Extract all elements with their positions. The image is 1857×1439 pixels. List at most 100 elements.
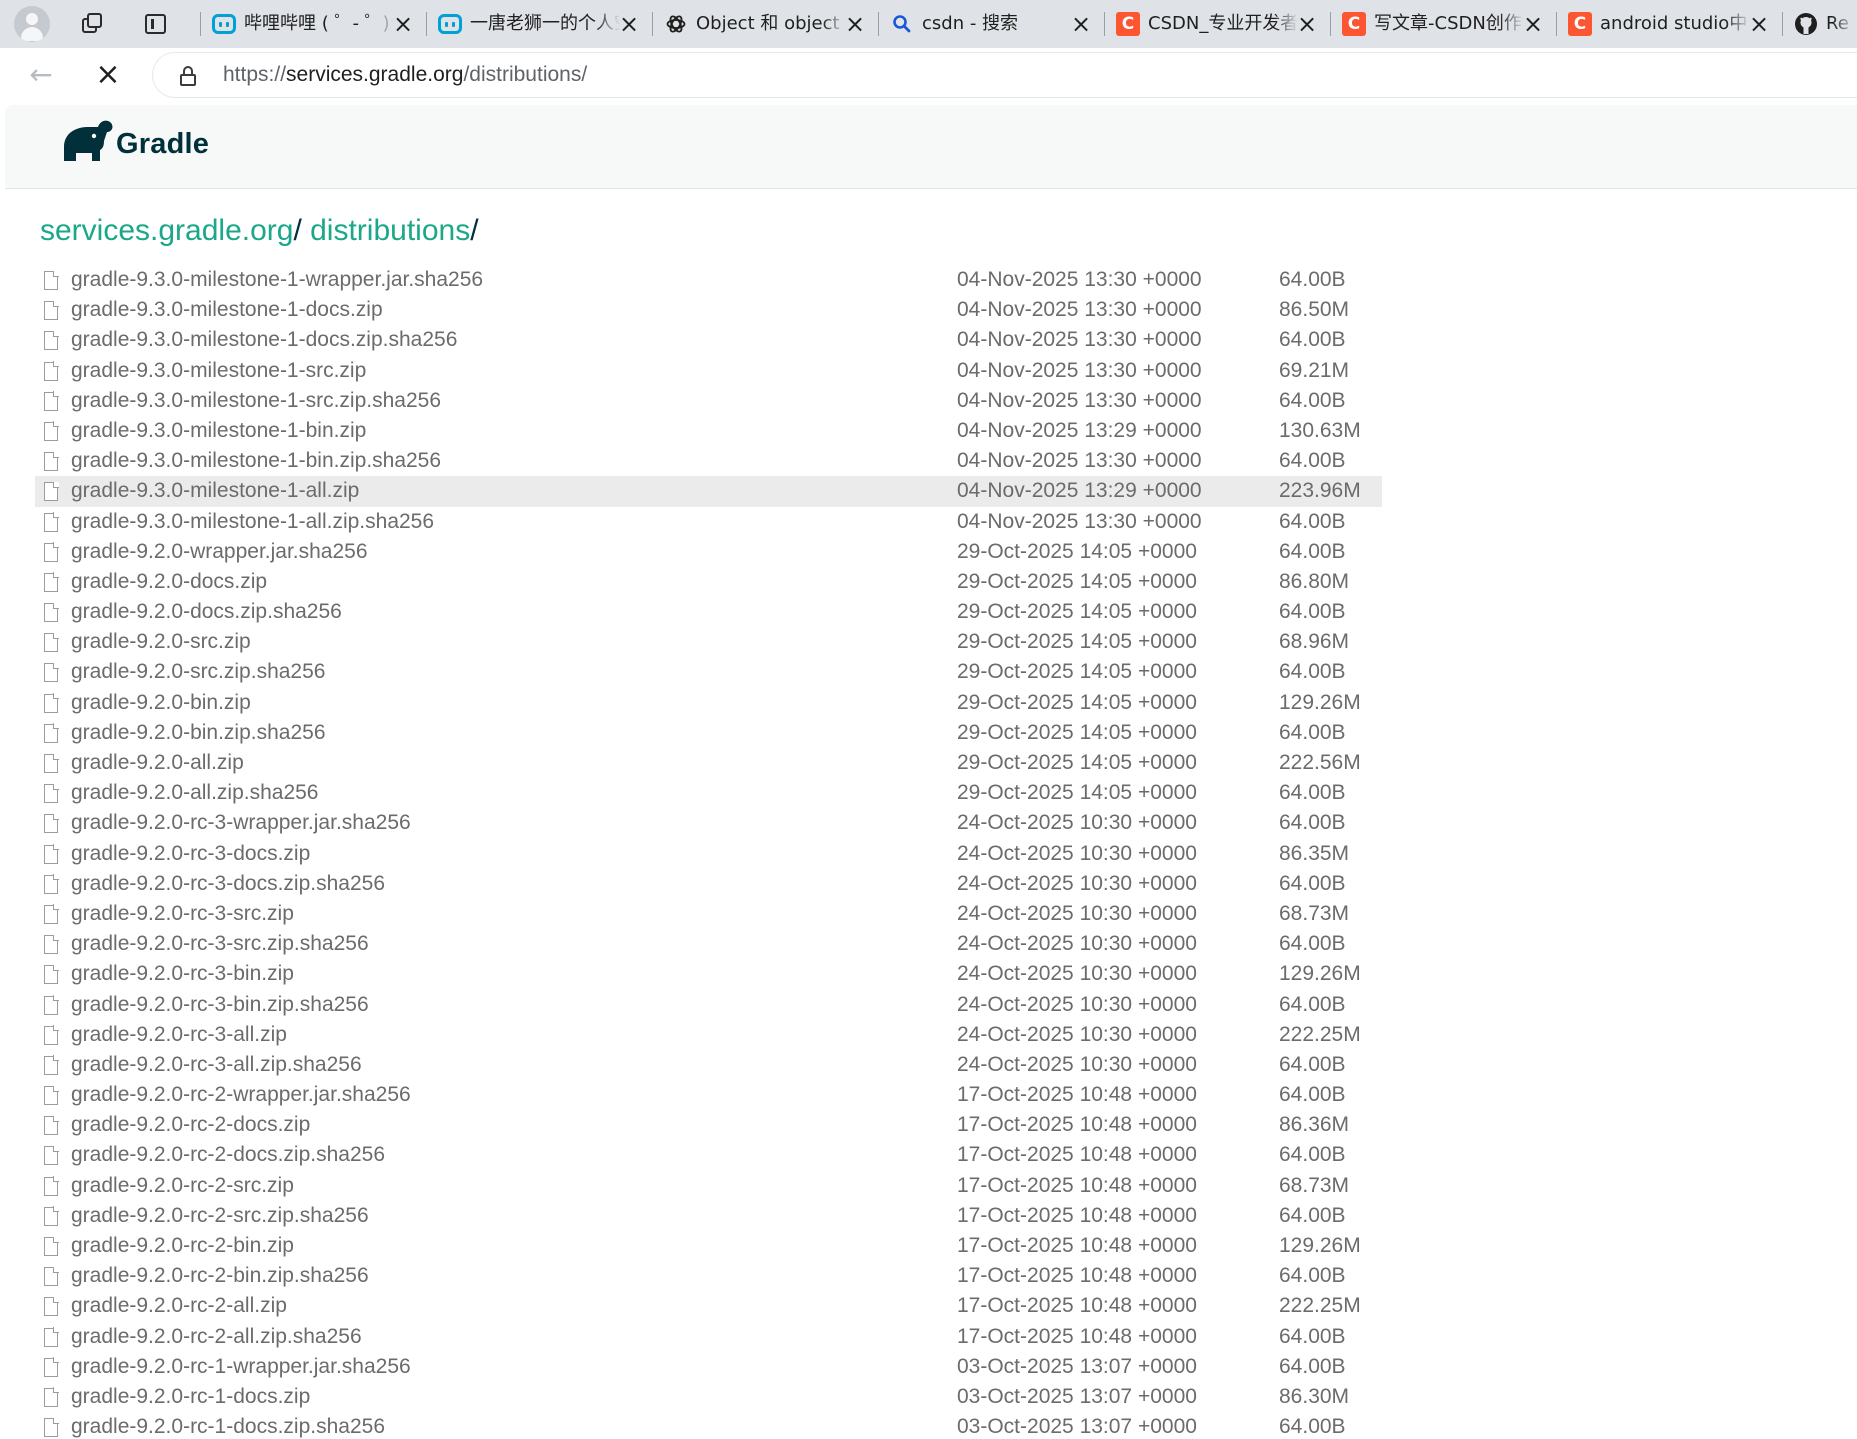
tab-bing-search[interactable]: csdn - 搜索 × [878, 0, 1104, 48]
file-name-link[interactable]: gradle-9.2.0-bin.zip [71, 688, 251, 718]
file-name-link[interactable]: gradle-9.3.0-milestone-1-all.zip.sha256 [71, 507, 434, 537]
file-row[interactable]: gradle-9.2.0-rc-3-wrapper.jar.sha256 24-O… [35, 808, 1382, 838]
breadcrumb-distributions-link[interactable]: distributions [310, 214, 470, 247]
file-row[interactable]: gradle-9.2.0-rc-3-all.zip 24-Oct-2025 10:… [35, 1020, 1382, 1050]
file-row[interactable]: gradle-9.2.0-all.zip.sha256 29-Oct-2025 1… [35, 778, 1382, 808]
file-name-link[interactable]: gradle-9.2.0-rc-3-wrapper.jar.sha256 [71, 808, 411, 838]
file-row[interactable]: gradle-9.3.0-milestone-1-bin.zip 04-Nov-2… [35, 416, 1382, 446]
file-row[interactable]: gradle-9.2.0-rc-1-wrapper.jar.sha256 03-O… [35, 1352, 1382, 1382]
file-row[interactable]: gradle-9.3.0-milestone-1-src.zip 04-Nov-2… [35, 356, 1382, 386]
tab-chatgpt[interactable]: Object 和 object × [652, 0, 878, 48]
file-row[interactable]: gradle-9.3.0-milestone-1-bin.zip.sha256 0… [35, 446, 1382, 476]
file-row[interactable]: gradle-9.2.0-rc-3-src.zip 24-Oct-2025 10:… [35, 899, 1382, 929]
file-name-link[interactable]: gradle-9.3.0-milestone-1-wrapper.jar.sha… [71, 265, 483, 295]
tab-csdn-write[interactable]: C 写文章-CSDN创作中心 × [1330, 0, 1556, 48]
tab-bilibili-space[interactable]: 一唐老狮一的个人空间 × [426, 0, 652, 48]
file-name-link[interactable]: gradle-9.3.0-milestone-1-all.zip [71, 476, 359, 506]
tab-csdn-android-studio[interactable]: C android studio中 × [1556, 0, 1782, 48]
file-row[interactable]: gradle-9.2.0-rc-1-docs.zip.sha256 03-Oct-… [35, 1412, 1382, 1439]
file-row[interactable]: gradle-9.2.0-rc-2-all.zip.sha256 17-Oct-2… [35, 1322, 1382, 1352]
file-row[interactable]: gradle-9.2.0-wrapper.jar.sha256 29-Oct-20… [35, 537, 1382, 567]
gradle-logo-text[interactable]: Gradle [116, 128, 209, 161]
file-row[interactable]: gradle-9.2.0-rc-3-all.zip.sha256 24-Oct-2… [35, 1050, 1382, 1080]
file-name-link[interactable]: gradle-9.2.0-src.zip [71, 627, 251, 657]
file-name-link[interactable]: gradle-9.3.0-milestone-1-docs.zip [71, 295, 383, 325]
file-row[interactable]: gradle-9.2.0-docs.zip 29-Oct-2025 14:05 +… [35, 567, 1382, 597]
file-row[interactable]: gradle-9.2.0-bin.zip.sha256 29-Oct-2025 1… [35, 718, 1382, 748]
file-row[interactable]: gradle-9.2.0-all.zip 29-Oct-2025 14:05 +0… [35, 748, 1382, 778]
file-row[interactable]: gradle-9.2.0-docs.zip.sha256 29-Oct-2025 … [35, 597, 1382, 627]
tab-bilibili-home[interactable]: 哔哩哔哩 ( ゜- ゜)つロ × [200, 0, 426, 48]
file-name-link[interactable]: gradle-9.2.0-rc-2-bin.zip.sha256 [71, 1261, 369, 1291]
file-row[interactable]: gradle-9.2.0-rc-2-docs.zip.sha256 17-Oct-… [35, 1140, 1382, 1170]
file-name-link[interactable]: gradle-9.2.0-rc-1-docs.zip.sha256 [71, 1412, 385, 1439]
file-row[interactable]: gradle-9.2.0-rc-2-wrapper.jar.sha256 17-O… [35, 1080, 1382, 1110]
url-text[interactable]: https://services.gradle.org/distribution… [223, 62, 587, 88]
file-name-link[interactable]: gradle-9.2.0-rc-2-all.zip.sha256 [71, 1322, 362, 1352]
file-name-link[interactable]: gradle-9.3.0-milestone-1-src.zip.sha256 [71, 386, 441, 416]
breadcrumb-host-link[interactable]: services.gradle.org [40, 214, 293, 247]
file-row[interactable]: gradle-9.3.0-milestone-1-docs.zip 04-Nov-… [35, 295, 1382, 325]
file-row[interactable]: gradle-9.2.0-rc-2-bin.zip.sha256 17-Oct-2… [35, 1261, 1382, 1291]
file-name-link[interactable]: gradle-9.2.0-rc-3-docs.zip.sha256 [71, 869, 385, 899]
file-row[interactable]: gradle-9.2.0-rc-1-docs.zip 03-Oct-2025 13… [35, 1382, 1382, 1412]
file-row[interactable]: gradle-9.3.0-milestone-1-src.zip.sha256 0… [35, 386, 1382, 416]
file-name-link[interactable]: gradle-9.2.0-rc-3-docs.zip [71, 839, 310, 869]
file-row[interactable]: gradle-9.2.0-rc-2-docs.zip 17-Oct-2025 10… [35, 1110, 1382, 1140]
file-row[interactable]: gradle-9.3.0-milestone-1-all.zip 04-Nov-2… [35, 476, 1382, 507]
workspaces-icon[interactable] [78, 9, 108, 39]
file-row[interactable]: gradle-9.2.0-rc-3-bin.zip.sha256 24-Oct-2… [35, 990, 1382, 1020]
file-row[interactable]: gradle-9.2.0-rc-2-all.zip 17-Oct-2025 10:… [35, 1291, 1382, 1321]
file-name-link[interactable]: gradle-9.2.0-rc-3-bin.zip [71, 959, 294, 989]
file-name-link[interactable]: gradle-9.2.0-bin.zip.sha256 [71, 718, 326, 748]
file-name-link[interactable]: gradle-9.3.0-milestone-1-docs.zip.sha256 [71, 325, 457, 355]
profile-avatar-icon[interactable] [14, 6, 50, 42]
file-row[interactable]: gradle-9.2.0-rc-2-bin.zip 17-Oct-2025 10:… [35, 1231, 1382, 1261]
close-icon[interactable]: × [1294, 11, 1320, 37]
close-icon[interactable]: × [1520, 11, 1546, 37]
file-name-link[interactable]: gradle-9.2.0-rc-3-src.zip [71, 899, 294, 929]
file-name-link[interactable]: gradle-9.3.0-milestone-1-bin.zip.sha256 [71, 446, 441, 476]
gradle-elephant-icon[interactable] [58, 117, 116, 167]
file-row[interactable]: gradle-9.3.0-milestone-1-all.zip.sha256 0… [35, 507, 1382, 537]
address-bar[interactable]: https://services.gradle.org/distribution… [152, 52, 1857, 98]
file-name-link[interactable]: gradle-9.2.0-rc-3-bin.zip.sha256 [71, 990, 369, 1020]
file-name-link[interactable]: gradle-9.2.0-rc-2-bin.zip [71, 1231, 294, 1261]
close-icon[interactable]: × [1068, 11, 1094, 37]
file-row[interactable]: gradle-9.2.0-bin.zip 29-Oct-2025 14:05 +0… [35, 688, 1382, 718]
file-name-link[interactable]: gradle-9.2.0-rc-2-src.zip.sha256 [71, 1201, 369, 1231]
file-name-link[interactable]: gradle-9.2.0-all.zip [71, 748, 244, 778]
file-row[interactable]: gradle-9.2.0-rc-2-src.zip.sha256 17-Oct-2… [35, 1201, 1382, 1231]
file-row[interactable]: gradle-9.2.0-rc-3-bin.zip 24-Oct-2025 10:… [35, 959, 1382, 989]
close-icon[interactable]: × [842, 11, 868, 37]
file-row[interactable]: gradle-9.3.0-milestone-1-docs.zip.sha256… [35, 325, 1382, 355]
file-name-link[interactable]: gradle-9.2.0-rc-2-all.zip [71, 1291, 287, 1321]
back-arrow-icon[interactable]: ← [26, 60, 56, 90]
file-name-link[interactable]: gradle-9.2.0-docs.zip.sha256 [71, 597, 342, 627]
file-name-link[interactable]: gradle-9.3.0-milestone-1-bin.zip [71, 416, 366, 446]
file-row[interactable]: gradle-9.2.0-src.zip.sha256 29-Oct-2025 1… [35, 657, 1382, 687]
lock-icon[interactable] [180, 66, 196, 86]
file-row[interactable]: gradle-9.2.0-rc-3-docs.zip 24-Oct-2025 10… [35, 839, 1382, 869]
file-row[interactable]: gradle-9.2.0-src.zip 29-Oct-2025 14:05 +0… [35, 627, 1382, 657]
stop-loading-icon[interactable]: × [92, 59, 124, 91]
file-name-link[interactable]: gradle-9.2.0-rc-2-src.zip [71, 1171, 294, 1201]
file-name-link[interactable]: gradle-9.2.0-rc-2-wrapper.jar.sha256 [71, 1080, 411, 1110]
close-icon[interactable]: × [1746, 11, 1772, 37]
vertical-tabs-icon[interactable] [140, 9, 170, 39]
file-name-link[interactable]: gradle-9.3.0-milestone-1-src.zip [71, 356, 366, 386]
tab-csdn-home[interactable]: C CSDN_专业开发者社区 × [1104, 0, 1330, 48]
file-name-link[interactable]: gradle-9.2.0-rc-3-all.zip [71, 1020, 287, 1050]
file-row[interactable]: gradle-9.3.0-milestone-1-wrapper.jar.sha… [35, 265, 1382, 295]
file-row[interactable]: gradle-9.2.0-rc-2-src.zip 17-Oct-2025 10:… [35, 1171, 1382, 1201]
file-name-link[interactable]: gradle-9.2.0-rc-3-all.zip.sha256 [71, 1050, 362, 1080]
file-name-link[interactable]: gradle-9.2.0-rc-2-docs.zip [71, 1110, 310, 1140]
file-row[interactable]: gradle-9.2.0-rc-3-src.zip.sha256 24-Oct-2… [35, 929, 1382, 959]
close-icon[interactable]: × [616, 11, 642, 37]
file-name-link[interactable]: gradle-9.2.0-docs.zip [71, 567, 267, 597]
file-name-link[interactable]: gradle-9.2.0-wrapper.jar.sha256 [71, 537, 368, 567]
file-name-link[interactable]: gradle-9.2.0-rc-1-docs.zip [71, 1382, 310, 1412]
file-name-link[interactable]: gradle-9.2.0-rc-1-wrapper.jar.sha256 [71, 1352, 411, 1382]
tab-github[interactable]: Re [1782, 0, 1857, 48]
file-name-link[interactable]: gradle-9.2.0-rc-2-docs.zip.sha256 [71, 1140, 385, 1170]
